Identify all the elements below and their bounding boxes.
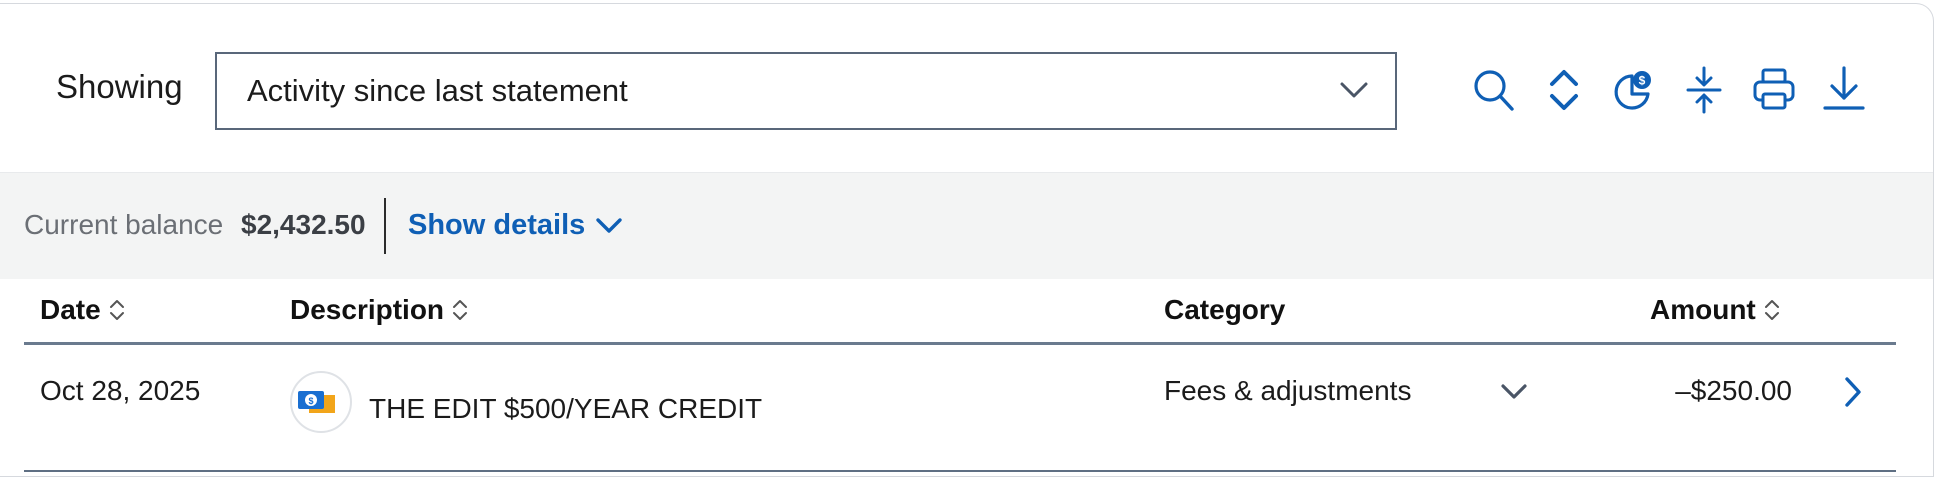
activity-period-value: Activity since last statement	[247, 73, 628, 108]
sort-icon	[1764, 300, 1779, 320]
print-button[interactable]	[1750, 64, 1798, 116]
sort-icon	[453, 300, 468, 320]
svg-text:$: $	[308, 396, 313, 406]
search-icon	[1474, 70, 1514, 111]
search-button[interactable]	[1470, 64, 1518, 116]
column-header-amount-label: Amount	[1650, 294, 1756, 325]
showing-label: Showing	[56, 68, 183, 105]
transaction-description: THE EDIT $500/YEAR CREDIT	[369, 393, 763, 424]
table-header: Date Description Category Amount	[24, 278, 1896, 345]
spending-chart-button[interactable]: $	[1610, 64, 1658, 116]
merchant-logo: $	[290, 371, 352, 433]
category-chevron-down-icon[interactable]	[1499, 381, 1529, 403]
condense-icon	[1686, 66, 1722, 114]
column-header-description[interactable]: Description	[290, 294, 468, 326]
spending-chart-icon: $	[1614, 71, 1651, 110]
condense-button[interactable]	[1680, 64, 1728, 116]
transaction-amount: –$250.00	[1675, 375, 1792, 406]
activity-period-select[interactable]: Activity since last statement	[215, 52, 1397, 130]
toolbar: $	[1470, 64, 1890, 120]
transactions-table: Date Description Category Amount Oct 28,…	[24, 278, 1896, 472]
transaction-date: Oct 28, 2025	[40, 375, 201, 406]
card-credit-icon: $	[298, 391, 335, 413]
table-row[interactable]: Oct 28, 2025 $ THE EDIT $500/YEAR CREDIT…	[24, 345, 1896, 472]
show-details-label: Show details	[408, 209, 586, 241]
filter-row: Showing Activity since last statement $	[0, 4, 1933, 172]
chevron-down-icon	[596, 217, 622, 233]
sort-icon	[109, 300, 124, 320]
svg-text:$: $	[1639, 74, 1646, 88]
column-header-amount[interactable]: Amount	[1650, 294, 1780, 326]
balance-bar: Current balance $2,432.50 Show details	[0, 172, 1933, 279]
current-balance-label: Current balance	[24, 209, 224, 240]
download-button[interactable]	[1820, 64, 1868, 116]
expand-collapse-button[interactable]	[1540, 64, 1588, 116]
column-header-description-label: Description	[290, 294, 445, 325]
chevron-right-icon[interactable]	[1842, 375, 1864, 409]
activity-panel: Showing Activity since last statement $ …	[0, 3, 1934, 477]
column-header-date-label: Date	[40, 294, 101, 325]
chevron-down-icon	[1340, 82, 1368, 98]
expand-collapse-icon	[1550, 70, 1578, 110]
current-balance-value: $2,432.50	[241, 209, 366, 240]
column-header-category: Category	[1164, 294, 1285, 326]
download-icon	[1823, 66, 1865, 110]
show-details-button[interactable]: Show details	[408, 209, 623, 242]
print-icon	[1753, 68, 1795, 110]
divider	[384, 198, 386, 254]
column-header-date[interactable]: Date	[40, 294, 125, 326]
column-header-category-label: Category	[1164, 294, 1286, 325]
transaction-category: Fees & adjustments	[1164, 375, 1412, 406]
